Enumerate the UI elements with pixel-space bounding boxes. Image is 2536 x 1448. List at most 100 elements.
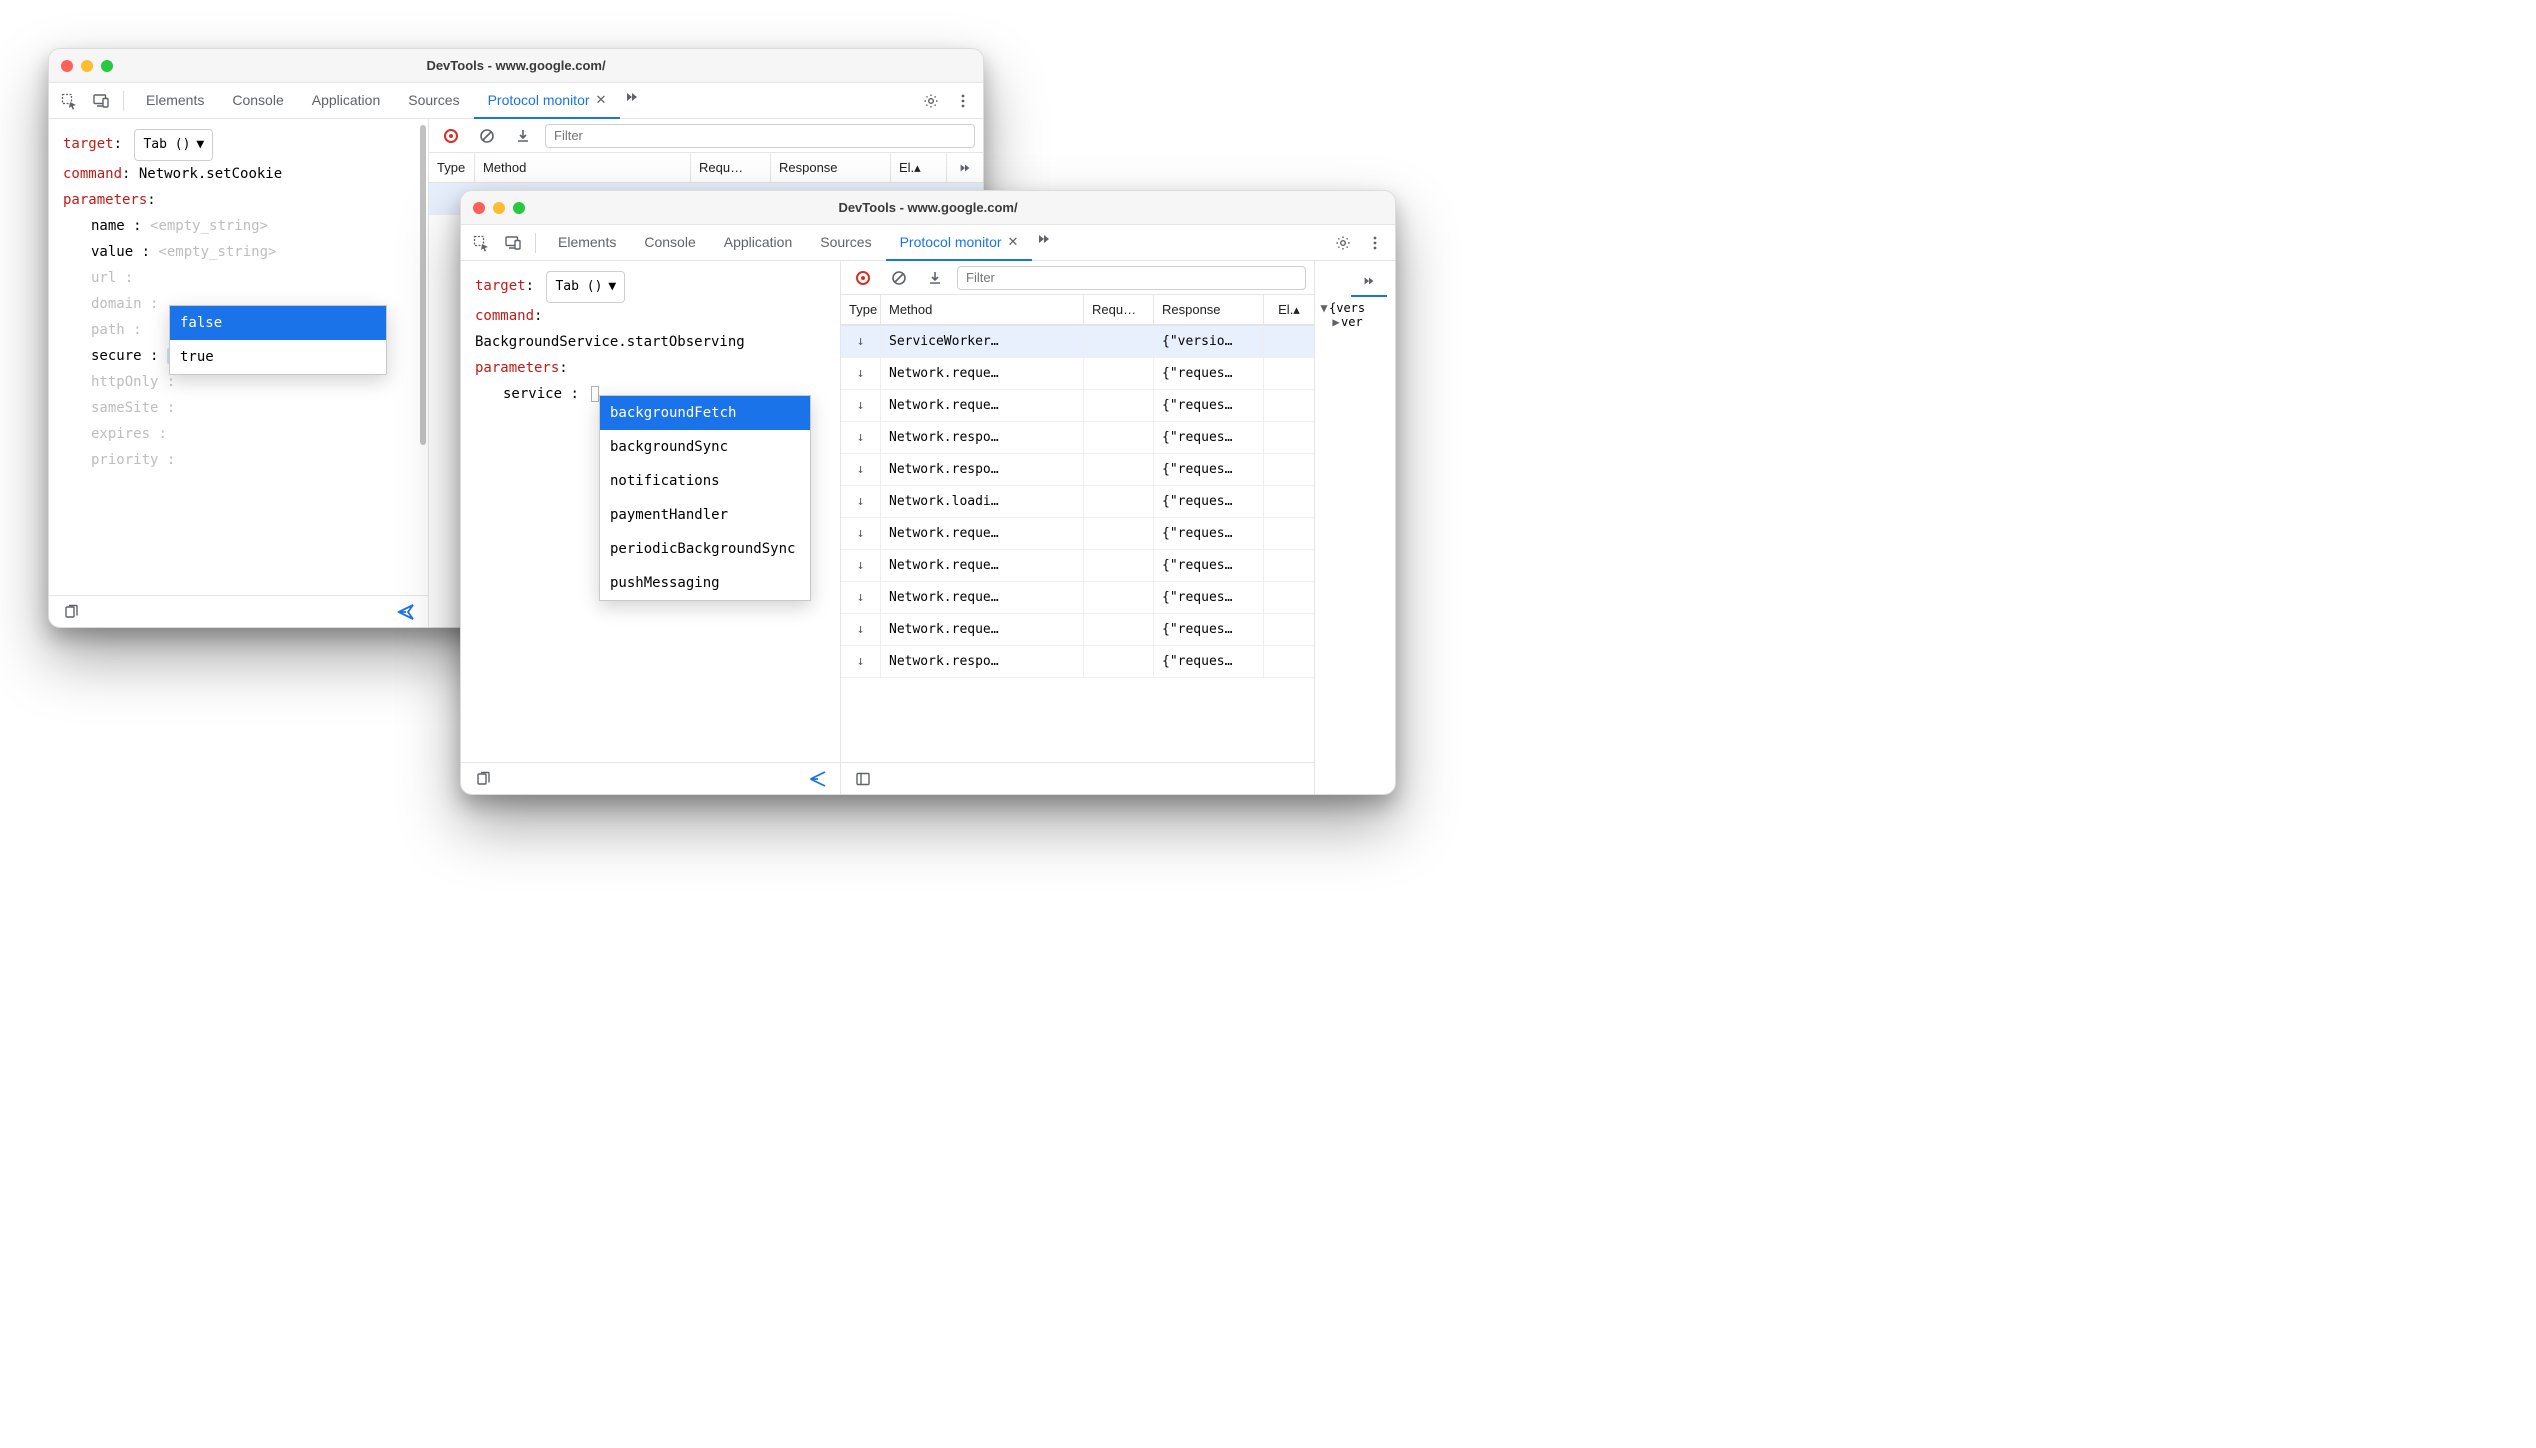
param-row[interactable]: name : <empty_string> — [91, 213, 414, 239]
dropdown-option[interactable]: notifications — [600, 464, 810, 498]
copy-icon[interactable] — [57, 598, 85, 626]
tree-root[interactable]: ▼{vers — [1319, 301, 1391, 315]
grid-row[interactable]: ↓Network.respo…{"reques… — [841, 454, 1314, 486]
tab-elements[interactable]: Elements — [544, 225, 630, 261]
param-name: name — [91, 218, 125, 234]
param-row[interactable]: expires : — [91, 421, 414, 447]
grid-row[interactable]: ↓ServiceWorker…{"versio… — [841, 326, 1314, 358]
scrollbar[interactable] — [418, 119, 428, 593]
param-row[interactable]: url : — [91, 265, 414, 291]
inspect-icon[interactable] — [467, 229, 495, 257]
tab-application[interactable]: Application — [710, 225, 807, 261]
command-value[interactable]: Network.setCookie — [139, 166, 282, 182]
grid-row[interactable]: ↓Network.respo…{"reques… — [841, 646, 1314, 678]
command-editor-pane: target: Tab () ▼ command: Network.setCoo… — [49, 119, 429, 627]
more-tabs-icon[interactable] — [620, 83, 644, 111]
grid-row[interactable]: ↓Network.reque…{"reques… — [841, 550, 1314, 582]
col-method[interactable]: Method — [475, 153, 691, 182]
col-response[interactable]: Response — [1154, 295, 1264, 324]
dropdown-option[interactable]: paymentHandler — [600, 498, 810, 532]
close-window-icon[interactable] — [61, 60, 73, 72]
settings-icon[interactable] — [917, 87, 945, 115]
tab-sources[interactable]: Sources — [394, 83, 473, 119]
tab-protocol-monitor[interactable]: Protocol monitor ✕ — [474, 83, 621, 119]
window-title: DevTools - www.google.com/ — [461, 200, 1395, 215]
kebab-menu-icon[interactable] — [1361, 229, 1389, 257]
more-columns-icon[interactable] — [947, 153, 983, 182]
col-elapsed[interactable]: El.▴ — [1264, 295, 1314, 324]
grid-row[interactable]: ↓Network.reque…{"reques… — [841, 518, 1314, 550]
param-row[interactable]: sameSite : — [91, 395, 414, 421]
param-name: path — [91, 322, 125, 338]
tab-console[interactable]: Console — [218, 83, 297, 119]
toggle-sidebar-icon[interactable] — [849, 765, 877, 793]
inspect-icon[interactable] — [55, 87, 83, 115]
boolean-autocomplete-dropdown[interactable]: falsetrue — [169, 305, 387, 375]
dropdown-option[interactable]: periodicBackgroundSync — [600, 532, 810, 566]
grid-row[interactable]: ↓Network.reque…{"reques… — [841, 358, 1314, 390]
dropdown-option[interactable]: backgroundSync — [600, 430, 810, 464]
grid-row[interactable]: ↓Network.reque…{"reques… — [841, 390, 1314, 422]
device-toolbar-icon[interactable] — [499, 229, 527, 257]
kebab-menu-icon[interactable] — [949, 87, 977, 115]
param-row[interactable]: value : <empty_string> — [91, 239, 414, 265]
save-icon[interactable] — [509, 122, 537, 150]
dropdown-option[interactable]: true — [170, 340, 386, 374]
dropdown-option[interactable]: backgroundFetch — [600, 396, 810, 430]
enum-autocomplete-dropdown[interactable]: backgroundFetchbackgroundSyncnotificatio… — [599, 395, 811, 601]
close-tab-icon[interactable]: ✕ — [1008, 234, 1019, 250]
col-elapsed[interactable]: El.▴ — [891, 153, 947, 182]
tab-elements[interactable]: Elements — [132, 83, 218, 119]
target-select[interactable]: Tab () ▼ — [134, 129, 213, 161]
clear-icon[interactable] — [885, 264, 913, 292]
dropdown-option[interactable]: false — [170, 306, 386, 340]
minimize-window-icon[interactable] — [81, 60, 93, 72]
grid-row[interactable]: ↓Network.loadi…{"reques… — [841, 486, 1314, 518]
cell-response: {"reques… — [1154, 614, 1264, 645]
save-icon[interactable] — [921, 264, 949, 292]
minimize-window-icon[interactable] — [493, 202, 505, 214]
param-value[interactable]: <empty_string> — [158, 244, 276, 260]
maximize-window-icon[interactable] — [101, 60, 113, 72]
grid-row[interactable]: ↓Network.respo…{"reques… — [841, 422, 1314, 454]
tab-application[interactable]: Application — [298, 83, 395, 119]
col-request[interactable]: Requ… — [691, 153, 771, 182]
maximize-window-icon[interactable] — [513, 202, 525, 214]
tab-sources[interactable]: Sources — [806, 225, 885, 261]
filter-input[interactable] — [545, 124, 975, 148]
record-icon[interactable] — [849, 264, 877, 292]
target-select[interactable]: Tab () ▼ — [546, 271, 625, 303]
param-name: value — [91, 244, 133, 260]
close-window-icon[interactable] — [473, 202, 485, 214]
grid-row[interactable]: ↓Network.reque…{"reques… — [841, 582, 1314, 614]
window-title: DevTools - www.google.com/ — [49, 58, 983, 73]
close-tab-icon[interactable]: ✕ — [596, 92, 607, 108]
copy-icon[interactable] — [469, 765, 497, 793]
col-request[interactable]: Requ… — [1084, 295, 1154, 324]
record-icon[interactable] — [437, 122, 465, 150]
chevron-down-icon: ▼ — [608, 274, 616, 300]
col-type[interactable]: Type — [429, 153, 475, 182]
panel-tabs: Elements Console Application Sources Pro… — [544, 225, 1056, 261]
col-type[interactable]: Type — [841, 295, 881, 324]
tree-child[interactable]: ▶ver — [1319, 315, 1391, 329]
send-icon[interactable] — [804, 765, 832, 793]
col-response[interactable]: Response — [771, 153, 891, 182]
tab-protocol-monitor[interactable]: Protocol monitor ✕ — [886, 225, 1033, 261]
filter-input[interactable] — [957, 266, 1306, 290]
more-tabs-icon[interactable] — [1351, 267, 1387, 297]
command-value[interactable]: BackgroundService.startObserving — [475, 334, 745, 350]
param-row[interactable]: priority : — [91, 447, 414, 473]
param-value[interactable]: <empty_string> — [150, 218, 268, 234]
cell-response: {"reques… — [1154, 358, 1264, 389]
col-method[interactable]: Method — [881, 295, 1084, 324]
dropdown-option[interactable]: pushMessaging — [600, 566, 810, 600]
more-tabs-icon[interactable] — [1032, 225, 1056, 253]
device-toolbar-icon[interactable] — [87, 87, 115, 115]
tab-console[interactable]: Console — [630, 225, 709, 261]
clear-icon[interactable] — [473, 122, 501, 150]
param-name: url — [91, 270, 116, 286]
settings-icon[interactable] — [1329, 229, 1357, 257]
grid-row[interactable]: ↓Network.reque…{"reques… — [841, 614, 1314, 646]
send-icon[interactable] — [392, 598, 420, 626]
